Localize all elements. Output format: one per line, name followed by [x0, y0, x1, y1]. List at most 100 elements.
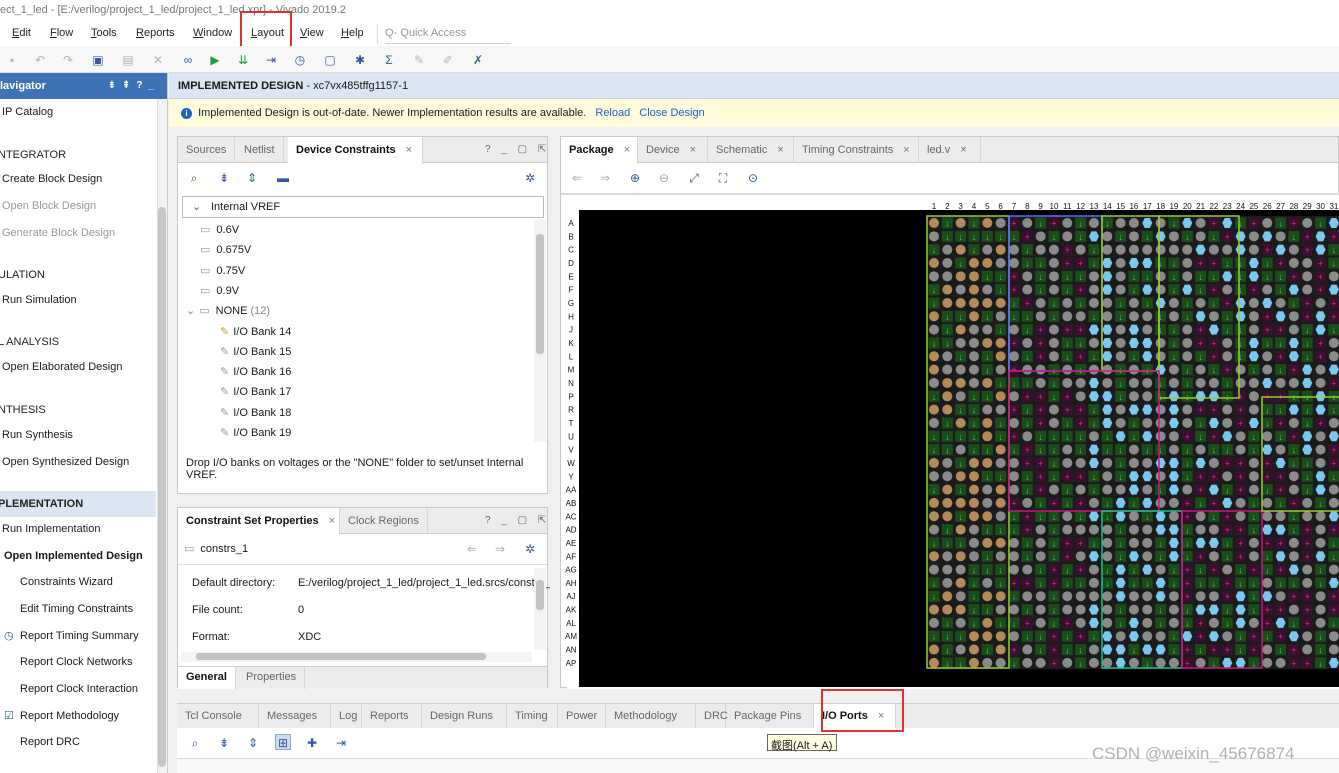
power-pin[interactable] — [982, 631, 993, 642]
paste-icon[interactable]: ▤ — [120, 52, 136, 68]
power-pin[interactable] — [968, 257, 979, 268]
io-pin[interactable] — [955, 337, 966, 348]
io-pin[interactable] — [1075, 391, 1086, 402]
io-pin[interactable] — [1075, 457, 1086, 468]
io-pin[interactable] — [1248, 244, 1259, 255]
io-pin[interactable] — [1168, 297, 1179, 308]
power-pin[interactable] — [995, 537, 1006, 548]
io-pin[interactable] — [1048, 271, 1059, 282]
io-pin[interactable] — [1182, 417, 1193, 428]
io-pin[interactable] — [1248, 377, 1259, 388]
io-pin[interactable] — [1008, 484, 1019, 495]
nav-item[interactable]: Run Simulation — [2, 294, 77, 306]
io-pin[interactable] — [1222, 337, 1233, 348]
io-pin[interactable] — [1182, 337, 1193, 348]
io-pin[interactable] — [1262, 364, 1273, 375]
io-pin[interactable] — [1062, 604, 1073, 615]
io-pin[interactable] — [1155, 271, 1166, 282]
power-pin[interactable] — [929, 604, 939, 615]
io-pin[interactable] — [1102, 364, 1113, 375]
io-pin[interactable] — [1128, 511, 1139, 522]
io-pin[interactable] — [1142, 417, 1153, 428]
io-pin[interactable] — [929, 564, 939, 575]
io-pin[interactable] — [995, 657, 1006, 668]
io-pin[interactable] — [1182, 244, 1193, 255]
io-pin[interactable] — [1128, 244, 1139, 255]
io-pin[interactable] — [995, 218, 1006, 228]
io-pin[interactable] — [1168, 364, 1179, 375]
io-pin[interactable] — [1008, 324, 1019, 335]
io-pin[interactable] — [1288, 471, 1299, 482]
io-pin[interactable] — [1222, 417, 1233, 428]
io-pin[interactable] — [968, 337, 979, 348]
export-icon[interactable]: ⇥ — [263, 52, 279, 68]
io-pin[interactable] — [1048, 404, 1059, 415]
props-scroll-thumb[interactable] — [536, 580, 544, 610]
power-pin[interactable] — [982, 337, 993, 348]
io-pin[interactable] — [1262, 577, 1273, 588]
back-arrow-icon[interactable]: ⇐ — [464, 541, 480, 557]
io-pin[interactable] — [1128, 377, 1139, 388]
power-pin[interactable] — [982, 297, 993, 308]
power-pin[interactable] — [955, 244, 966, 255]
power-pin[interactable] — [929, 511, 939, 522]
io-pin[interactable] — [1208, 551, 1219, 562]
io-pin[interactable] — [1035, 297, 1046, 308]
vref-folder[interactable]: ▭ 0.75V — [200, 264, 245, 277]
io-pin[interactable] — [1195, 218, 1206, 228]
io-pin[interactable] — [1102, 311, 1113, 322]
io-pin[interactable] — [1315, 444, 1326, 455]
navigator-controls-icon[interactable]: ⇟⇞?_ — [108, 80, 160, 91]
io-pin[interactable] — [1142, 551, 1153, 562]
io-pin[interactable] — [1275, 444, 1286, 455]
none-folder[interactable]: ⌄ ▭ NONE (12) — [186, 304, 270, 317]
search-icon[interactable]: ⌕ — [187, 735, 203, 751]
io-pin[interactable] — [1315, 524, 1326, 535]
io-pin[interactable] — [1142, 391, 1153, 402]
io-pin[interactable] — [1328, 351, 1339, 362]
io-pin[interactable] — [995, 404, 1006, 415]
io-pin[interactable] — [1328, 644, 1339, 655]
io-pin[interactable] — [1195, 231, 1206, 242]
io-pin[interactable] — [1248, 404, 1259, 415]
power-pin[interactable] — [982, 511, 993, 522]
io-pin[interactable] — [1155, 431, 1166, 442]
io-pin[interactable] — [1155, 417, 1166, 428]
power-pin[interactable] — [982, 591, 993, 602]
power-pin[interactable] — [995, 244, 1006, 255]
io-pin[interactable] — [1315, 591, 1326, 602]
io-pin[interactable] — [1088, 218, 1099, 228]
io-pin[interactable] — [1208, 377, 1219, 388]
power-pin[interactable] — [929, 404, 939, 415]
io-pin[interactable] — [1102, 537, 1113, 548]
io-pin[interactable] — [1035, 311, 1046, 322]
io-pin[interactable] — [929, 377, 939, 388]
redo-icon[interactable]: ↷ — [60, 52, 76, 68]
io-pin[interactable] — [1088, 644, 1099, 655]
io-pin[interactable] — [1088, 524, 1099, 535]
power-pin[interactable] — [955, 604, 966, 615]
bottom-tab[interactable]: Design Runs — [422, 704, 507, 729]
nav-item[interactable]: Run Implementation — [2, 523, 100, 535]
io-pin[interactable] — [1168, 657, 1179, 668]
io-pin[interactable] — [1208, 244, 1219, 255]
io-pin[interactable] — [1142, 524, 1153, 535]
io-pin[interactable] — [1128, 311, 1139, 322]
power-pin[interactable] — [968, 657, 979, 668]
power-pin[interactable] — [995, 337, 1006, 348]
power-pin[interactable] — [942, 404, 953, 415]
io-pin[interactable] — [1168, 311, 1179, 322]
power-pin[interactable] — [942, 497, 953, 508]
power-pin[interactable] — [995, 391, 1006, 402]
io-pin[interactable] — [1142, 457, 1153, 468]
io-pin[interactable] — [1168, 231, 1179, 242]
power-pin[interactable] — [955, 551, 966, 562]
io-pin[interactable] — [1142, 537, 1153, 548]
io-pin[interactable] — [1035, 377, 1046, 388]
power-pin[interactable] — [942, 284, 953, 295]
menu-flow[interactable]: Flow — [50, 27, 73, 39]
io-pin[interactable] — [1155, 284, 1166, 295]
io-pin[interactable] — [1102, 244, 1113, 255]
io-pin[interactable] — [1315, 537, 1326, 548]
io-pin[interactable] — [1275, 377, 1286, 388]
